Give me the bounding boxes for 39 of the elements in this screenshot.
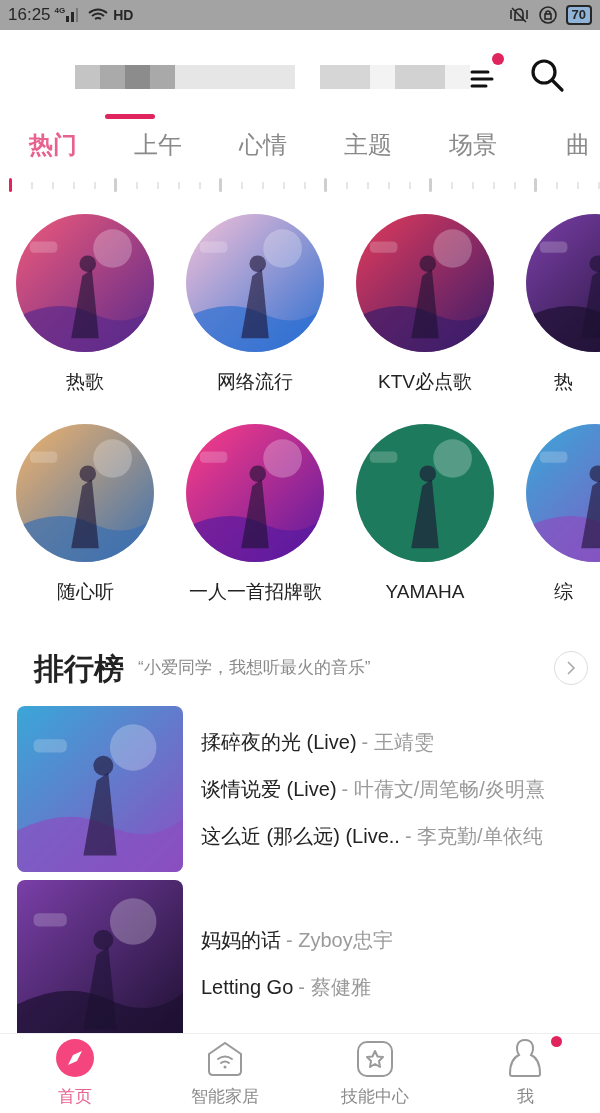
signal-icon: [65, 8, 80, 22]
compass-icon: [55, 1037, 95, 1078]
song-artist: - 蔡健雅: [298, 974, 371, 1000]
song-artist: - 叶蒨文/周笔畅/炎明熹: [341, 777, 545, 802]
section-title: 排行榜: [34, 650, 124, 687]
wifi-icon: [87, 7, 110, 23]
playlist-label[interactable]: YAMAHA: [385, 581, 465, 602]
song-title[interactable]: 妈妈的话: [201, 924, 281, 955]
song-artist: - Zyboy忠宇: [286, 927, 393, 953]
song-title[interactable]: 谈情说爱 (Live): [201, 774, 337, 804]
song-artist: - 王靖雯: [361, 730, 434, 755]
active-underline: [105, 114, 155, 119]
person-icon: [508, 1037, 542, 1078]
playlist-label[interactable]: 网络流行: [217, 371, 293, 392]
status-time: 16:25: [8, 4, 51, 27]
lock-rotation-icon: [537, 5, 558, 25]
menu-icon: [470, 69, 494, 89]
search-button[interactable]: [529, 57, 565, 93]
network-label: 4G: [54, 5, 66, 17]
nav-tab[interactable]: 智能家居: [150, 1034, 300, 1113]
song-title[interactable]: 揉碎夜的光 (Live): [201, 727, 357, 757]
category-tab[interactable]: 主题: [343, 127, 392, 163]
playlist-label[interactable]: 热: [554, 371, 573, 392]
nav-tab[interactable]: 技能中心: [300, 1034, 450, 1113]
chevron-right-icon: [566, 660, 576, 676]
search-icon: [529, 57, 565, 93]
song-title[interactable]: 这么近 (那么远) (Live..: [201, 821, 400, 851]
playlist-label[interactable]: 一人一首招牌歌: [188, 581, 322, 602]
section-subtitle: “小爱同学，我想听最火的音乐”: [138, 657, 371, 680]
hd-label: HD: [113, 5, 134, 25]
battery-indicator: 70: [565, 5, 592, 25]
song-title[interactable]: Letting Go: [201, 971, 294, 1002]
playlist-label[interactable]: KTV必点歌: [378, 371, 472, 392]
playlist-label[interactable]: 综: [554, 581, 573, 602]
vibrate-icon: [507, 6, 530, 24]
playlist-label[interactable]: 热歌: [66, 371, 104, 392]
home-wifi-icon: [206, 1039, 244, 1078]
playlist-label[interactable]: 随心听: [56, 581, 114, 602]
song-artist: - 李克勤/单依纯: [404, 824, 543, 849]
